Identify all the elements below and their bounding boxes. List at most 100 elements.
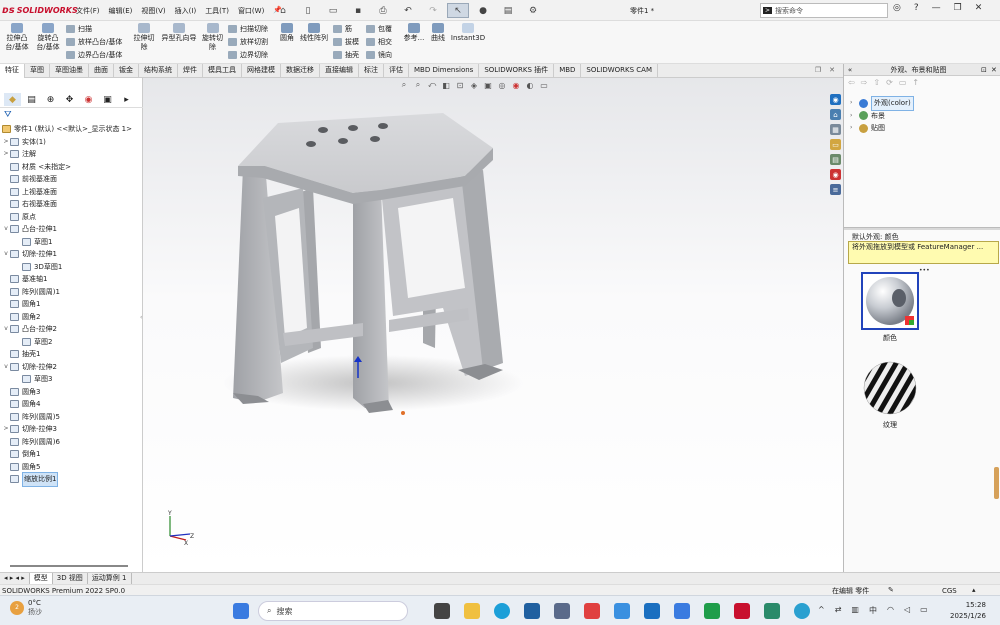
- panel-scrollbar[interactable]: [0, 561, 143, 571]
- feature-tree-item[interactable]: > 切除-拉伸3: [0, 423, 143, 436]
- account-icon[interactable]: ◎: [893, 3, 901, 13]
- units-dropdown-icon[interactable]: ▴: [972, 585, 976, 595]
- red-app-icon[interactable]: [584, 603, 600, 619]
- task-view-icon[interactable]: [434, 603, 450, 619]
- graphics-area[interactable]: ❐ ✕ ⌕ ⌕ ⤺ ◧ ⊡ ◈ ▣ ◎ ◉ ◐ ▭ Y X Z: [143, 66, 843, 572]
- expand-toggle-icon[interactable]: >: [2, 423, 10, 436]
- texture-appearance-swatch[interactable]: [861, 359, 919, 417]
- speaker-icon[interactable]: ◁: [904, 605, 910, 616]
- menu-edit[interactable]: 编辑(E): [109, 6, 133, 16]
- search-commands-input[interactable]: > 搜索命令: [760, 3, 888, 18]
- zoom-to-area-icon[interactable]: ⌕: [413, 80, 423, 90]
- close-icon[interactable]: ✕: [975, 3, 983, 13]
- desktop-app-icon[interactable]: [764, 603, 780, 619]
- back-arrow-icon[interactable]: ⇦: [848, 78, 855, 87]
- add-folder-icon[interactable]: ▭: [899, 78, 907, 87]
- undo-icon[interactable]: ↶: [397, 3, 419, 18]
- feature-tree-item[interactable]: v 切除-拉伸2: [0, 361, 143, 374]
- boundary-boss-button[interactable]: 边界凸台/基体: [66, 50, 122, 60]
- command-tab[interactable]: 焊件: [178, 64, 203, 78]
- feature-tree-item[interactable]: 圆角3: [0, 386, 143, 399]
- edit-appearance-icon[interactable]: ◉: [511, 80, 521, 90]
- outlook-icon[interactable]: [644, 603, 660, 619]
- feature-tree-item[interactable]: 上视基准面: [0, 186, 143, 199]
- feature-tree-item[interactable]: v 凸台-拉伸2: [0, 323, 143, 336]
- draft-button[interactable]: 拔模: [333, 37, 359, 47]
- expand-arrow-icon[interactable]: ›: [850, 110, 856, 123]
- linear-pattern-button[interactable]: 线性阵列: [298, 23, 330, 43]
- settings-tray-icon[interactable]: ⇄: [835, 605, 842, 616]
- taskbar-search-box[interactable]: ⌕ 搜索: [258, 601, 408, 621]
- pane-collapse-icon[interactable]: «: [844, 64, 856, 75]
- dimxpert-manager-tab-icon[interactable]: ✥: [61, 93, 78, 106]
- feature-tree-item[interactable]: 3D草图1: [0, 261, 143, 274]
- home-tab-icon[interactable]: ⌂: [830, 109, 841, 120]
- boundary-cut-button[interactable]: 边界切除: [228, 50, 268, 60]
- command-tab[interactable]: 评估: [384, 64, 409, 78]
- refresh-icon[interactable]: ⟳: [886, 78, 893, 87]
- cam-manager-tab-icon[interactable]: ▣: [99, 93, 116, 106]
- blue-app-icon[interactable]: [674, 603, 690, 619]
- expand-toggle-icon[interactable]: >: [2, 136, 10, 149]
- view-palette-icon[interactable]: ▤: [830, 154, 841, 165]
- battery-icon[interactable]: ▭: [920, 605, 928, 616]
- feature-tree-item[interactable]: 右视基准面: [0, 198, 143, 211]
- rebuild-status-icon[interactable]: ✎: [888, 585, 894, 595]
- wifi-icon[interactable]: ◠: [887, 605, 894, 616]
- appearance-tree-item[interactable]: › 贴图: [850, 122, 1000, 135]
- viewport-close-icon[interactable]: ✕: [829, 66, 835, 74]
- windows-start-icon[interactable]: [233, 603, 249, 619]
- mirror-button[interactable]: 镜向: [366, 50, 392, 60]
- feature-tree-item[interactable]: 阵列(圆周)6: [0, 436, 143, 449]
- rebuild-icon[interactable]: ▤: [497, 3, 519, 18]
- home-icon[interactable]: ⌂: [272, 3, 294, 18]
- new-document-icon[interactable]: ▯: [297, 3, 319, 18]
- feature-tree-item[interactable]: 草图3: [0, 373, 143, 386]
- intersect-button[interactable]: 相交: [366, 37, 392, 47]
- appearance-tree-item[interactable]: › 外观(color): [850, 96, 1000, 111]
- options-gear-icon[interactable]: ⚙: [522, 3, 544, 18]
- media-app-icon[interactable]: [554, 603, 570, 619]
- store-icon[interactable]: [524, 603, 540, 619]
- section-view-icon[interactable]: ◧: [441, 80, 451, 90]
- command-tab[interactable]: 草图: [25, 64, 50, 78]
- feature-tree-item[interactable]: 草图1: [0, 236, 143, 249]
- feature-tree-item[interactable]: v 凸台-拉伸1: [0, 223, 143, 236]
- command-tab[interactable]: MBD Dimensions: [409, 64, 480, 78]
- file-explorer-taskbar-icon[interactable]: [464, 603, 480, 619]
- view-orientation-icon[interactable]: ◈: [469, 80, 479, 90]
- menu-insert[interactable]: 插入(I): [175, 6, 197, 16]
- edge-browser-icon[interactable]: [494, 603, 510, 619]
- command-tab[interactable]: 结构系统: [139, 64, 178, 78]
- pane-pin-icon[interactable]: ⊡: [981, 64, 991, 75]
- command-tab[interactable]: SOLIDWORKS 插件: [479, 64, 555, 78]
- viewport-restore-icon[interactable]: ❐: [815, 66, 821, 74]
- command-tab[interactable]: 模具工具: [203, 64, 242, 78]
- pane-scroll-thumb[interactable]: [994, 467, 999, 499]
- filter-icon[interactable]: ⛛: [4, 110, 12, 120]
- feature-tree-item[interactable]: 原点: [0, 211, 143, 224]
- configuration-manager-tab-icon[interactable]: ⊕: [42, 93, 59, 106]
- hole-wizard-button[interactable]: 异型孔向导: [159, 23, 199, 43]
- solidworks-resources-icon[interactable]: ◉: [830, 94, 841, 105]
- pane-close-icon[interactable]: ✕: [991, 64, 1000, 75]
- traffic-light-icon[interactable]: ●: [472, 3, 494, 18]
- pane-splitter[interactable]: [844, 227, 1000, 230]
- feature-tree-item[interactable]: 前视基准面: [0, 173, 143, 186]
- expand-toggle-icon[interactable]: >: [2, 148, 10, 161]
- appearance-tree-item[interactable]: › 布景: [850, 110, 1000, 123]
- forward-arrow-icon[interactable]: ⇨: [861, 78, 868, 87]
- command-tab[interactable]: 直接编辑: [320, 64, 359, 78]
- cloud-app-icon[interactable]: [614, 603, 630, 619]
- menu-tools[interactable]: 工具(T): [205, 6, 229, 16]
- feature-tree-item[interactable]: 阵列(圆周)5: [0, 411, 143, 424]
- command-tab[interactable]: 草图油墨: [50, 64, 89, 78]
- more-dots-icon[interactable]: •••: [919, 267, 930, 274]
- feature-tree-item[interactable]: > 实体(1): [0, 136, 143, 149]
- command-tab[interactable]: 数据迁移: [281, 64, 320, 78]
- solidworks-taskbar-icon[interactable]: [734, 603, 750, 619]
- feature-tree-item[interactable]: 基准轴1: [0, 273, 143, 286]
- more-tabs-icon[interactable]: ▸: [118, 93, 135, 106]
- appearances-scenes-icon[interactable]: ◉: [830, 169, 841, 180]
- command-tab[interactable]: SOLIDWORKS CAM: [581, 64, 658, 78]
